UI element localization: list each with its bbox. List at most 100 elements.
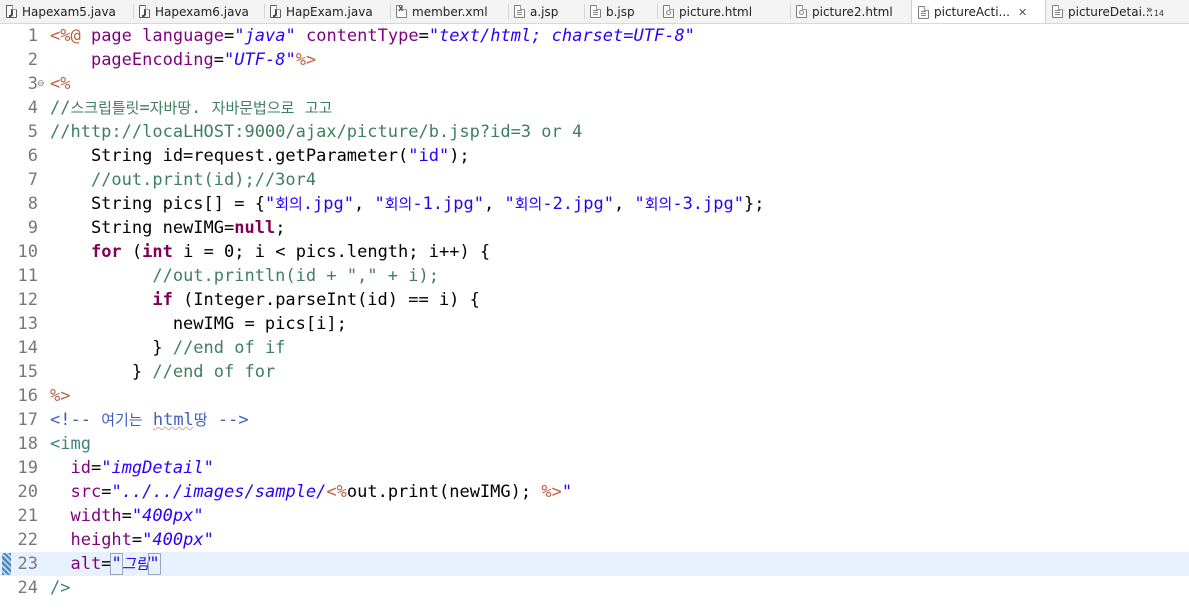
code-line[interactable]: 9 String newIMG=null; <box>0 216 1189 240</box>
code-text[interactable]: //스크립틀릿=자바땅. 자바문법으로 고고 <box>50 96 332 120</box>
code-text[interactable]: //out.print(id);//3or4 <box>50 168 316 192</box>
code-line[interactable]: 6 String id=request.getParameter("id"); <box>0 144 1189 168</box>
code-line[interactable]: 4 //스크립틀릿=자바땅. 자바문법으로 고고 <box>0 96 1189 120</box>
code-line[interactable]: 22 height="400px" <box>0 528 1189 552</box>
code-token: alt <box>70 554 102 574</box>
code-text[interactable]: <!-- 여기는 html땅 --> <box>50 408 249 432</box>
code-text[interactable]: /> <box>50 576 70 600</box>
code-text[interactable]: //out.println(id + "," + i); <box>50 264 439 288</box>
code-text[interactable]: if (Integer.parseInt(id) == i) { <box>50 288 480 312</box>
code-line[interactable]: 1 <%@ page language="java" contentType="t… <box>0 24 1189 48</box>
code-text[interactable]: } //end of if <box>50 336 285 360</box>
code-token: ; <box>275 218 286 238</box>
code-text[interactable]: <% <box>50 72 70 96</box>
line-number: 19 <box>17 458 38 478</box>
code-token: <%@ <box>50 26 91 46</box>
code-text[interactable]: String pics[] = {"회의.jpg", "회의-1.jpg", "… <box>50 192 765 216</box>
tab-pictureacti[interactable]: pictureActi... ✕ <box>911 0 1046 23</box>
code-editor[interactable]: 1 <%@ page language="java" contentType="t… <box>0 24 1189 609</box>
line-number: 15 <box>17 362 38 382</box>
code-token: //out.println(id + "," + i); <box>152 266 439 286</box>
code-text[interactable]: alt="그림" <box>50 552 161 576</box>
code-text[interactable]: id="imgDetail" <box>50 456 213 480</box>
code-line[interactable]: 12 if (Integer.parseInt(id) == i) { <box>0 288 1189 312</box>
tab-hapexam-java[interactable]: HapExam.java <box>264 0 390 23</box>
code-token: , <box>613 194 635 214</box>
code-text[interactable]: newIMG = pics[i]; <box>50 312 347 336</box>
code-text[interactable]: height="400px" <box>50 528 213 552</box>
tab-picturedetai[interactable]: pictureDetai... <box>1046 0 1161 23</box>
code-token: //end of if <box>172 338 286 358</box>
java-file-icon <box>6 5 17 18</box>
code-token: = <box>213 50 225 70</box>
tab-picture2-html[interactable]: picture2.html <box>790 0 911 23</box>
tab-b-jsp[interactable]: b.jsp <box>584 0 657 23</box>
code-token: String pics[] = { <box>50 194 265 214</box>
code-token: width <box>70 506 122 526</box>
code-line[interactable]: 7 //out.print(id);//3or4 <box>0 168 1189 192</box>
tab-label: Hapexam5.java <box>22 4 116 19</box>
tab-overflow-button[interactable]: »14 <box>1146 3 1164 18</box>
code-line[interactable]: 15 } //end of for <box>0 360 1189 384</box>
code-token: ( <box>121 242 143 262</box>
editor-tab-bar: Hapexam5.java Hapexam6.java HapExam.java me… <box>0 0 1189 24</box>
code-line[interactable]: 18 <img <box>0 432 1189 456</box>
code-line[interactable]: 19 id="imgDetail" <box>0 456 1189 480</box>
code-token: "회의-2.jpg" <box>504 194 614 214</box>
code-line[interactable]: 10 for (int i = 0; i < pics.length; i++)… <box>0 240 1189 264</box>
code-text[interactable]: String newIMG=null; <box>50 216 286 240</box>
line-number: 13 <box>17 314 38 334</box>
tab-label: Hapexam6.java <box>155 4 249 19</box>
line-gutter: 12 <box>0 288 48 312</box>
jsp-file-icon <box>918 5 929 19</box>
code-token: int <box>142 242 173 262</box>
code-text[interactable]: //http://locaLHOST:9000/ajax/picture/b.j… <box>50 120 582 144</box>
code-text[interactable]: String id=request.getParameter("id"); <box>50 144 470 168</box>
close-icon[interactable]: ✕ <box>1018 6 1027 19</box>
change-marker <box>2 553 11 575</box>
code-line[interactable]: 17 <!-- 여기는 html땅 --> <box>0 408 1189 432</box>
tab-label: pictureDetai... <box>1068 4 1154 19</box>
code-text[interactable]: src="../../images/sample/<%out.print(new… <box>50 480 572 504</box>
code-token: <% <box>326 482 347 502</box>
code-text[interactable]: <img <box>50 432 91 456</box>
code-line[interactable]: 23 alt="그림" <box>0 552 1189 576</box>
code-text[interactable]: for (int i = 0; i < pics.length; i++) { <box>50 240 490 264</box>
code-text[interactable]: %> <box>50 384 70 408</box>
code-line[interactable]: 3 ⊖ <% <box>0 72 1189 96</box>
line-gutter: 18 <box>0 432 48 456</box>
code-text[interactable]: } //end of for <box>50 360 275 384</box>
tab-picture-html[interactable]: picture.html <box>657 0 790 23</box>
tab-member-xml[interactable]: member.xml <box>390 0 508 23</box>
code-line[interactable]: 20 src="../../images/sample/<%out.print(… <box>0 480 1189 504</box>
tab-a-jsp[interactable]: a.jsp <box>508 0 584 23</box>
code-line[interactable]: 21 width="400px" <box>0 504 1189 528</box>
code-text[interactable]: pageEncoding="UTF-8"%> <box>50 48 316 72</box>
tab-hapexam6-java[interactable]: Hapexam6.java <box>133 0 264 23</box>
code-token: = <box>121 506 132 526</box>
line-gutter: 4 <box>0 96 48 120</box>
line-gutter: 14 <box>0 336 48 360</box>
code-line[interactable]: 11 //out.println(id + "," + i); <box>0 264 1189 288</box>
hidden-tab-count: 14 <box>1153 9 1164 18</box>
code-text[interactable]: <%@ page language="java" contentType="te… <box>50 24 695 48</box>
code-line[interactable]: 14 } //end of if <box>0 336 1189 360</box>
code-line[interactable]: 5 //http://locaLHOST:9000/ajax/picture/b.… <box>0 120 1189 144</box>
tab-label: pictureActi... <box>934 5 1010 19</box>
fold-collapse-icon[interactable]: ⊖ <box>37 79 45 89</box>
code-token: pageEncoding <box>90 50 214 70</box>
code-token: id <box>70 458 91 478</box>
code-line[interactable]: 13 newIMG = pics[i]; <box>0 312 1189 336</box>
code-token: (Integer.parseInt(id) == i) { <box>172 290 480 310</box>
line-number: 14 <box>17 338 38 358</box>
code-line[interactable]: 8 String pics[] = {"회의.jpg", "회의-1.jpg",… <box>0 192 1189 216</box>
code-token: "../../images/sample/ <box>111 482 327 502</box>
code-line[interactable]: 24 /> <box>0 576 1189 600</box>
code-line[interactable]: 16 %> <box>0 384 1189 408</box>
code-text[interactable]: width="400px" <box>50 504 203 528</box>
code-line[interactable]: 2 pageEncoding="UTF-8"%> <box>0 48 1189 72</box>
line-gutter: 15 <box>0 360 48 384</box>
tab-hapexam5-java[interactable]: Hapexam5.java <box>0 0 133 23</box>
